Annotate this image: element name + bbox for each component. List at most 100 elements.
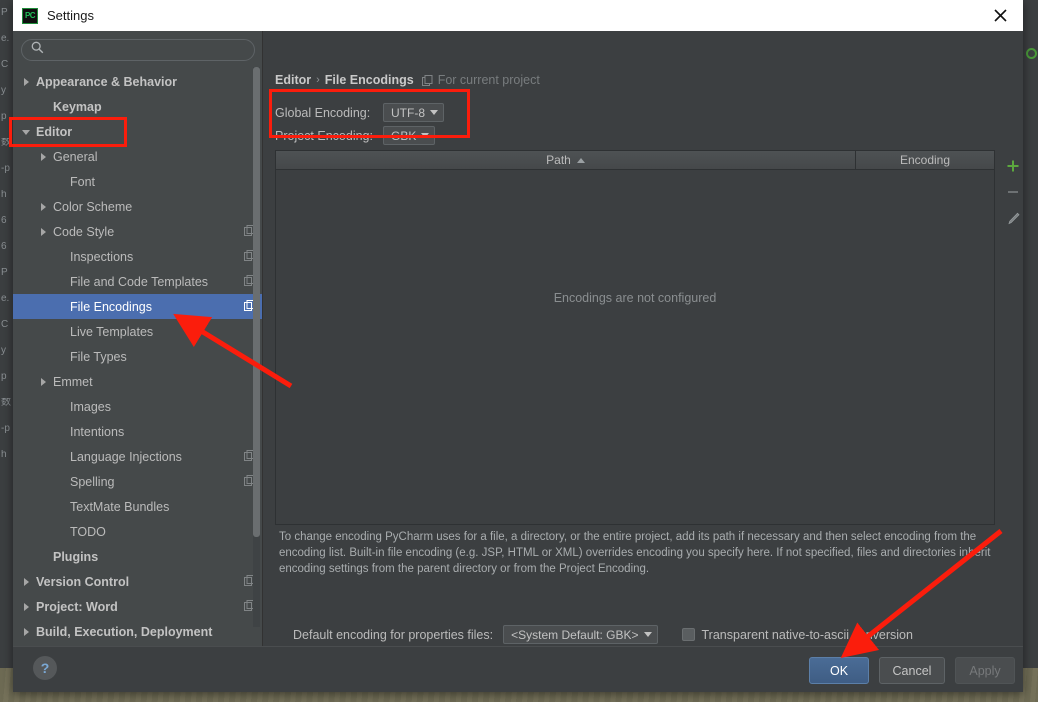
search-box[interactable] (21, 39, 255, 61)
sidebar-item-project-word[interactable]: Project: Word (13, 594, 263, 619)
project-encoding-label: Project Encoding: (275, 128, 373, 143)
sidebar-item-editor[interactable]: Editor (13, 119, 263, 144)
sidebar-item-label: Emmet (53, 374, 93, 389)
sidebar-item-spelling[interactable]: Spelling (13, 469, 263, 494)
global-encoding-dropdown[interactable]: UTF-8 (383, 103, 444, 122)
default-encoding-dropdown[interactable]: <System Default: GBK> (503, 625, 658, 644)
ok-button[interactable]: OK (809, 657, 869, 684)
pycharm-logo-icon: PC (22, 7, 38, 24)
global-encoding-row: Global Encoding: UTF-8 (275, 103, 444, 122)
encodings-help-text: To change encoding PyCharm uses for a fi… (279, 531, 991, 575)
sidebar-item-label: File Encodings (70, 299, 152, 314)
breadcrumb-separator: › (316, 74, 320, 86)
sidebar-item-label: Plugins (53, 549, 99, 564)
sidebar-item-font[interactable]: Font (13, 169, 263, 194)
sidebar-item-label: Font (70, 174, 96, 189)
sidebar-item-label: Code Style (53, 224, 115, 239)
global-encoding-label: Global Encoding: (275, 105, 371, 120)
breadcrumb-current: File Encodings (324, 73, 414, 87)
chevron-right-icon[interactable] (21, 601, 33, 613)
apply-button[interactable]: Apply (955, 657, 1015, 684)
dialog-footer: ? OK Cancel Apply (13, 646, 1023, 692)
breadcrumb: Editor › File Encodings For current proj… (275, 73, 540, 87)
sidebar-item-inspections[interactable]: Inspections (13, 244, 263, 269)
default-encoding-value: <System Default: GBK> (511, 627, 639, 642)
add-encoding-button[interactable] (1000, 153, 1026, 179)
sidebar-item-label: Build, Execution, Deployment (36, 624, 213, 639)
global-encoding-value: UTF-8 (391, 105, 425, 120)
sidebar-item-label: Project: Word (36, 599, 118, 614)
sidebar-item-label: TextMate Bundles (70, 499, 170, 514)
sidebar-item-language-injections[interactable]: Language Injections (13, 444, 263, 469)
chevron-right-icon[interactable] (38, 226, 50, 238)
sidebar-item-appearance-behavior[interactable]: Appearance & Behavior (13, 69, 263, 94)
close-icon[interactable] (977, 0, 1023, 31)
chevron-right-icon[interactable] (21, 626, 33, 638)
sidebar-item-label: General (53, 149, 98, 164)
sidebar-item-label: Keymap (53, 99, 102, 114)
sidebar-item-todo[interactable]: TODO (13, 519, 263, 544)
project-encoding-value: GBK (391, 128, 417, 143)
sidebar-item-label: File Types (70, 349, 127, 364)
table-empty-message: Encodings are not configured (553, 291, 717, 305)
remove-encoding-button[interactable] (1000, 179, 1026, 205)
settings-content-panel: Editor › File Encodings For current proj… (263, 31, 1023, 646)
sidebar-item-color-scheme[interactable]: Color Scheme (13, 194, 263, 219)
sidebar-item-file-and-code-templates[interactable]: File and Code Templates (13, 269, 263, 294)
search-input[interactable] (50, 42, 240, 58)
column-header-encoding[interactable]: Encoding (856, 151, 994, 169)
sidebar-item-keymap[interactable]: Keymap (13, 94, 263, 119)
background-status-icon (1026, 48, 1037, 59)
default-encoding-label: Default encoding for properties files: (293, 627, 494, 642)
sidebar-item-file-types[interactable]: File Types (13, 344, 263, 369)
settings-sidebar: Appearance & Behavior Keymap Editor General… (13, 31, 263, 646)
sidebar-item-label: Color Scheme (53, 199, 133, 214)
encodings-table[interactable]: Path Encoding Encodings are not configur… (275, 150, 995, 525)
sidebar-item-intentions[interactable]: Intentions (13, 419, 263, 444)
edit-encoding-button[interactable] (1000, 205, 1026, 231)
sidebar-item-label: Appearance & Behavior (36, 74, 178, 89)
settings-tree: Appearance & Behavior Keymap Editor General… (13, 69, 263, 644)
dialog-titlebar: PC Settings (13, 0, 1023, 31)
settings-dialog: PC Settings Appearance & Behavior Keymap… (13, 0, 1023, 692)
chevron-right-icon[interactable] (38, 151, 50, 163)
sidebar-item-live-templates[interactable]: Live Templates (13, 319, 263, 344)
sort-ascending-icon (576, 157, 585, 163)
transparent-native-to-ascii-label: Transparent native-to-ascii conversion (701, 627, 913, 642)
sidebar-item-build-execution-deployment[interactable]: Build, Execution, Deployment (13, 619, 263, 644)
sidebar-scrollbar-thumb[interactable] (253, 67, 260, 537)
cancel-button[interactable]: Cancel (879, 657, 945, 684)
sidebar-item-file-encodings[interactable]: File Encodings (13, 294, 263, 319)
transparent-native-to-ascii-checkbox[interactable]: Transparent native-to-ascii conversion (681, 627, 913, 642)
sidebar-item-label: Intentions (70, 424, 125, 439)
chevron-right-icon[interactable] (38, 201, 50, 213)
column-header-path[interactable]: Path (276, 151, 856, 169)
sidebar-item-general[interactable]: General (13, 144, 263, 169)
project-encoding-dropdown[interactable]: GBK (383, 126, 436, 145)
chevron-right-icon[interactable] (38, 376, 50, 388)
help-button[interactable]: ? (33, 656, 57, 680)
breadcrumb-parent[interactable]: Editor (275, 73, 311, 87)
chevron-down-icon[interactable] (21, 126, 33, 138)
sidebar-item-label: Editor (36, 124, 73, 139)
sidebar-item-label: Images (70, 399, 111, 414)
sidebar-item-images[interactable]: Images (13, 394, 263, 419)
sidebar-item-code-style[interactable]: Code Style (13, 219, 263, 244)
dialog-body: Appearance & Behavior Keymap Editor General… (13, 31, 1023, 646)
checkbox-icon (681, 628, 695, 641)
sidebar-item-textmate-bundles[interactable]: TextMate Bundles (13, 494, 263, 519)
search-container (13, 31, 263, 61)
encodings-table-toolbar (997, 150, 1029, 525)
sidebar-item-emmet[interactable]: Emmet (13, 369, 263, 394)
sidebar-item-plugins[interactable]: Plugins (13, 544, 263, 569)
breadcrumb-scope-note: For current project (437, 73, 540, 87)
sidebar-item-version-control[interactable]: Version Control (13, 569, 263, 594)
chevron-right-icon[interactable] (21, 576, 33, 588)
chevron-right-icon[interactable] (21, 76, 33, 88)
